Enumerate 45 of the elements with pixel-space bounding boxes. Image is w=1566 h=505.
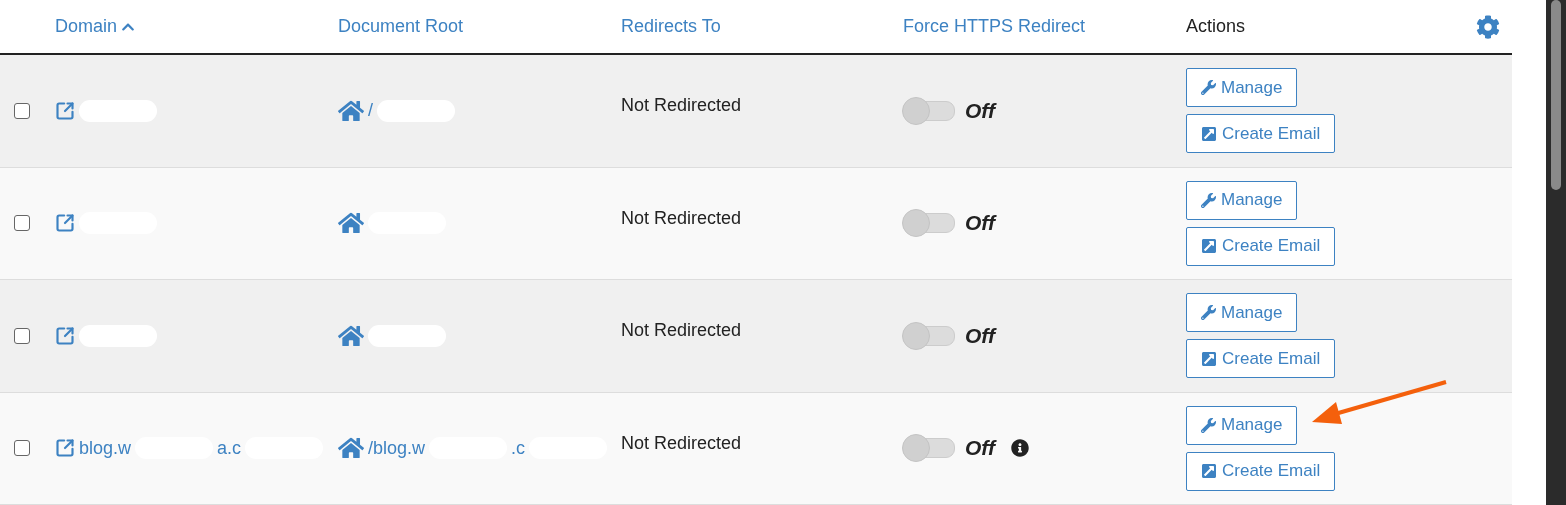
wrench-icon [1201, 305, 1216, 321]
row-checkbox[interactable] [14, 215, 30, 232]
row-checkbox[interactable] [14, 327, 30, 344]
toggle-label: Off [965, 211, 995, 236]
manage-button[interactable]: Manage [1186, 405, 1298, 445]
column-header[interactable]: Document Root [338, 16, 464, 38]
toggle-label: Off [965, 98, 995, 123]
folder-path[interactable]: .c [511, 437, 526, 459]
toggle-label: Off [965, 323, 995, 348]
column-header[interactable]: Redirects To [621, 16, 721, 38]
manage-button[interactable]: Manage [1186, 180, 1298, 220]
redirect-status: Not Redirected [621, 432, 742, 454]
external-link-icon[interactable] [55, 213, 75, 234]
create-email-button[interactable]: Create Email [1186, 451, 1336, 491]
external-link-icon [1201, 350, 1217, 367]
wrench-icon [1201, 192, 1216, 208]
external-link-icon [1201, 238, 1217, 255]
external-link-icon[interactable] [55, 100, 75, 121]
folder-path[interactable]: / [368, 100, 373, 122]
row-checkbox[interactable] [14, 102, 30, 119]
manage-button[interactable]: Manage [1186, 293, 1298, 333]
redirect-status: Not Redirected [621, 207, 742, 229]
manage-button[interactable]: Manage [1186, 68, 1298, 108]
row-checkbox[interactable] [14, 440, 30, 457]
wrench-icon [1201, 80, 1216, 96]
redirect-status: Not Redirected [621, 95, 742, 117]
info-icon[interactable] [1010, 439, 1029, 458]
column-header[interactable]: Domain [55, 16, 136, 38]
external-link-icon[interactable] [55, 325, 75, 346]
redirect-status: Not Redirected [621, 320, 742, 342]
scrollbar[interactable] [1546, 0, 1566, 505]
domain-name[interactable]: a.c [217, 437, 242, 459]
settings-icon[interactable] [1476, 14, 1500, 39]
folder-path[interactable]: /blog.w [368, 437, 426, 459]
column-header[interactable]: Force HTTPS Redirect [903, 16, 1086, 38]
create-email-button[interactable]: Create Email [1186, 226, 1336, 266]
create-email-button[interactable]: Create Email [1186, 339, 1336, 379]
column-header: Actions [1186, 16, 1246, 38]
domain-name[interactable]: blog.w [79, 437, 132, 459]
external-link-icon [1201, 125, 1217, 142]
external-link-icon [1201, 463, 1217, 480]
toggle-label: Off [965, 436, 995, 461]
external-link-icon[interactable] [55, 438, 75, 459]
create-email-button[interactable]: Create Email [1186, 114, 1336, 154]
wrench-icon [1201, 417, 1216, 433]
